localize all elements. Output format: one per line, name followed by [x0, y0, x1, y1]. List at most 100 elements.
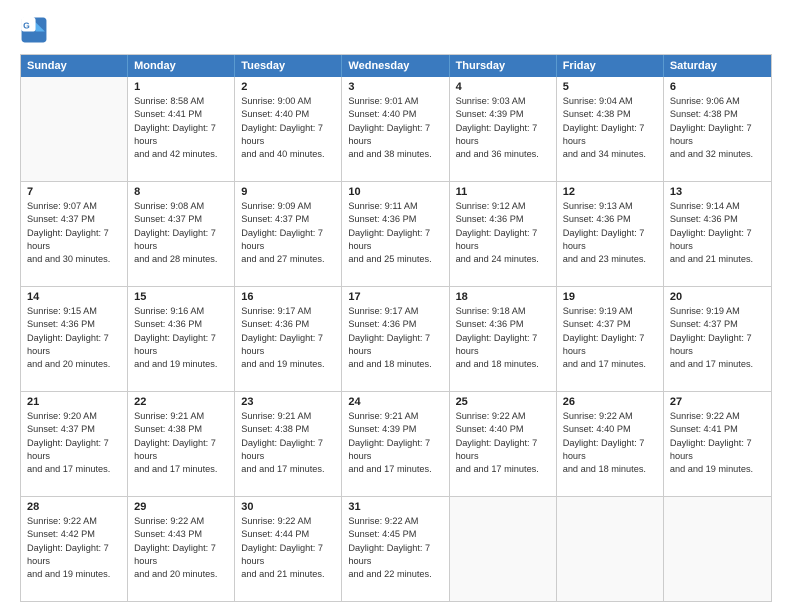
- daylight-text: Daylight: Daylight: 7 hours: [134, 332, 228, 359]
- sunrise-text: Sunrise: 9:20 AM: [27, 410, 121, 423]
- sunrise-text: Sunrise: 9:17 AM: [241, 305, 335, 318]
- daylight-text: Daylight: Daylight: 7 hours: [241, 542, 335, 569]
- daylight-text-cont: and and 32 minutes.: [670, 148, 765, 161]
- sunset-text: Sunset: 4:44 PM: [241, 528, 335, 541]
- sunset-text: Sunset: 4:36 PM: [456, 318, 550, 331]
- sunrise-text: Sunrise: 9:01 AM: [348, 95, 442, 108]
- cal-cell: 31Sunrise: 9:22 AMSunset: 4:45 PMDayligh…: [342, 497, 449, 601]
- daylight-text: Daylight: Daylight: 7 hours: [670, 122, 765, 149]
- daylight-text-cont: and and 22 minutes.: [348, 568, 442, 581]
- day-number: 29: [134, 501, 228, 513]
- daylight-text: Daylight: Daylight: 7 hours: [27, 437, 121, 464]
- day-number: 18: [456, 291, 550, 303]
- cal-cell: 27Sunrise: 9:22 AMSunset: 4:41 PMDayligh…: [664, 392, 771, 496]
- cal-cell: 4Sunrise: 9:03 AMSunset: 4:39 PMDaylight…: [450, 77, 557, 181]
- daylight-text: Daylight: Daylight: 7 hours: [348, 437, 442, 464]
- daylight-text: Daylight: Daylight: 7 hours: [670, 332, 765, 359]
- cal-cell: [557, 497, 664, 601]
- cal-cell: 30Sunrise: 9:22 AMSunset: 4:44 PMDayligh…: [235, 497, 342, 601]
- daylight-text-cont: and and 23 minutes.: [563, 253, 657, 266]
- sunset-text: Sunset: 4:41 PM: [670, 423, 765, 436]
- daylight-text-cont: and and 28 minutes.: [134, 253, 228, 266]
- sunrise-text: Sunrise: 9:18 AM: [456, 305, 550, 318]
- logo: G: [20, 16, 52, 44]
- sunrise-text: Sunrise: 9:22 AM: [348, 515, 442, 528]
- sunset-text: Sunset: 4:38 PM: [670, 108, 765, 121]
- sunset-text: Sunset: 4:37 PM: [670, 318, 765, 331]
- day-number: 8: [134, 186, 228, 198]
- day-number: 22: [134, 396, 228, 408]
- sunrise-text: Sunrise: 9:19 AM: [563, 305, 657, 318]
- sunrise-text: Sunrise: 9:14 AM: [670, 200, 765, 213]
- sunset-text: Sunset: 4:40 PM: [241, 108, 335, 121]
- daylight-text-cont: and and 19 minutes.: [670, 463, 765, 476]
- daylight-text: Daylight: Daylight: 7 hours: [348, 332, 442, 359]
- day-number: 1: [134, 81, 228, 93]
- daylight-text-cont: and and 21 minutes.: [670, 253, 765, 266]
- daylight-text-cont: and and 18 minutes.: [563, 463, 657, 476]
- daylight-text-cont: and and 38 minutes.: [348, 148, 442, 161]
- day-number: 9: [241, 186, 335, 198]
- cal-cell: 21Sunrise: 9:20 AMSunset: 4:37 PMDayligh…: [21, 392, 128, 496]
- daylight-text-cont: and and 42 minutes.: [134, 148, 228, 161]
- sunrise-text: Sunrise: 9:11 AM: [348, 200, 442, 213]
- cal-cell: 10Sunrise: 9:11 AMSunset: 4:36 PMDayligh…: [342, 182, 449, 286]
- daylight-text: Daylight: Daylight: 7 hours: [563, 122, 657, 149]
- day-number: 20: [670, 291, 765, 303]
- daylight-text: Daylight: Daylight: 7 hours: [348, 542, 442, 569]
- header-cell-sunday: Sunday: [21, 55, 128, 77]
- day-number: 7: [27, 186, 121, 198]
- sunrise-text: Sunrise: 9:08 AM: [134, 200, 228, 213]
- cal-cell: 1Sunrise: 8:58 AMSunset: 4:41 PMDaylight…: [128, 77, 235, 181]
- daylight-text: Daylight: Daylight: 7 hours: [456, 122, 550, 149]
- sunrise-text: Sunrise: 9:12 AM: [456, 200, 550, 213]
- cal-cell: 14Sunrise: 9:15 AMSunset: 4:36 PMDayligh…: [21, 287, 128, 391]
- week-row-4: 28Sunrise: 9:22 AMSunset: 4:42 PMDayligh…: [21, 497, 771, 601]
- daylight-text-cont: and and 17 minutes.: [348, 463, 442, 476]
- daylight-text-cont: and and 17 minutes.: [456, 463, 550, 476]
- sunset-text: Sunset: 4:37 PM: [241, 213, 335, 226]
- daylight-text-cont: and and 18 minutes.: [456, 358, 550, 371]
- cal-cell: 11Sunrise: 9:12 AMSunset: 4:36 PMDayligh…: [450, 182, 557, 286]
- day-number: 15: [134, 291, 228, 303]
- day-number: 4: [456, 81, 550, 93]
- day-number: 16: [241, 291, 335, 303]
- sunset-text: Sunset: 4:38 PM: [563, 108, 657, 121]
- daylight-text: Daylight: Daylight: 7 hours: [241, 437, 335, 464]
- sunset-text: Sunset: 4:36 PM: [27, 318, 121, 331]
- daylight-text: Daylight: Daylight: 7 hours: [134, 542, 228, 569]
- cal-cell: 23Sunrise: 9:21 AMSunset: 4:38 PMDayligh…: [235, 392, 342, 496]
- daylight-text-cont: and and 17 minutes.: [27, 463, 121, 476]
- calendar-header-row: SundayMondayTuesdayWednesdayThursdayFrid…: [21, 55, 771, 77]
- daylight-text-cont: and and 25 minutes.: [348, 253, 442, 266]
- header-cell-thursday: Thursday: [450, 55, 557, 77]
- sunset-text: Sunset: 4:36 PM: [134, 318, 228, 331]
- cal-cell: 17Sunrise: 9:17 AMSunset: 4:36 PMDayligh…: [342, 287, 449, 391]
- header: G: [20, 16, 772, 44]
- sunrise-text: Sunrise: 9:22 AM: [134, 515, 228, 528]
- daylight-text: Daylight: Daylight: 7 hours: [348, 122, 442, 149]
- daylight-text: Daylight: Daylight: 7 hours: [456, 437, 550, 464]
- sunset-text: Sunset: 4:37 PM: [27, 423, 121, 436]
- sunrise-text: Sunrise: 9:22 AM: [670, 410, 765, 423]
- sunrise-text: Sunrise: 9:07 AM: [27, 200, 121, 213]
- daylight-text-cont: and and 17 minutes.: [241, 463, 335, 476]
- sunrise-text: Sunrise: 9:17 AM: [348, 305, 442, 318]
- day-number: 25: [456, 396, 550, 408]
- day-number: 24: [348, 396, 442, 408]
- sunrise-text: Sunrise: 9:04 AM: [563, 95, 657, 108]
- sunset-text: Sunset: 4:40 PM: [456, 423, 550, 436]
- day-number: 26: [563, 396, 657, 408]
- day-number: 2: [241, 81, 335, 93]
- daylight-text-cont: and and 40 minutes.: [241, 148, 335, 161]
- sunset-text: Sunset: 4:36 PM: [241, 318, 335, 331]
- daylight-text-cont: and and 17 minutes.: [670, 358, 765, 371]
- daylight-text: Daylight: Daylight: 7 hours: [241, 122, 335, 149]
- cal-cell: 7Sunrise: 9:07 AMSunset: 4:37 PMDaylight…: [21, 182, 128, 286]
- day-number: 31: [348, 501, 442, 513]
- day-number: 11: [456, 186, 550, 198]
- daylight-text: Daylight: Daylight: 7 hours: [241, 227, 335, 254]
- day-number: 19: [563, 291, 657, 303]
- week-row-3: 21Sunrise: 9:20 AMSunset: 4:37 PMDayligh…: [21, 392, 771, 497]
- day-number: 23: [241, 396, 335, 408]
